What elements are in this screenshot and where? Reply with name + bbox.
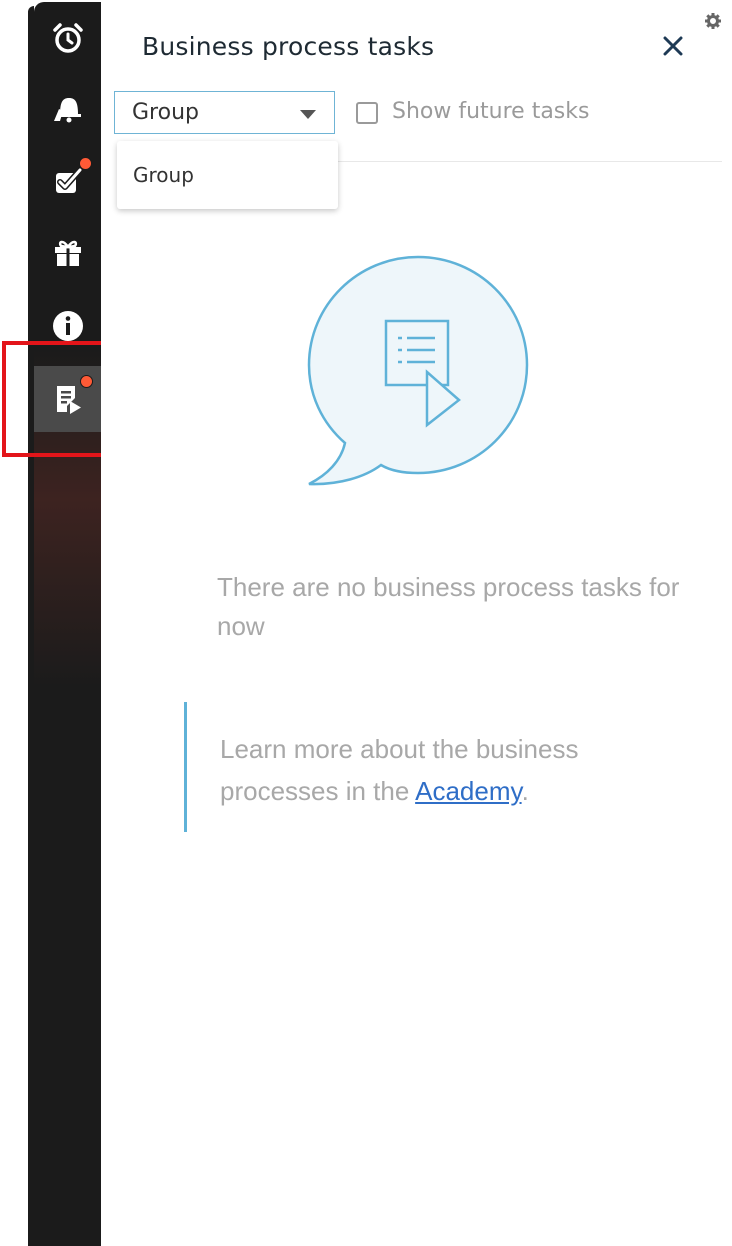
group-select-value: Group (132, 100, 199, 125)
gift-icon (54, 240, 81, 266)
sidebar-item-reminders[interactable] (34, 5, 101, 71)
right-sidebar (34, 2, 101, 1246)
academy-info-period: . (521, 776, 529, 806)
sidebar-item-notifications[interactable] (34, 75, 101, 141)
show-future-checkbox[interactable] (356, 102, 378, 124)
info-accent-bar (184, 702, 187, 832)
dropdown-option-group[interactable]: Group (133, 163, 194, 187)
business-process-panel: Business process tasks Group Show future… (101, 0, 732, 1246)
close-button[interactable] (657, 30, 689, 62)
chevron-down-icon (300, 110, 316, 119)
left-gutter (0, 0, 28, 1246)
empty-state-message: There are no business process tasks for … (217, 572, 680, 641)
alarm-clock-icon (52, 23, 83, 53)
empty-state-illustration (307, 255, 529, 486)
sidebar-item-tasks[interactable] (34, 148, 101, 214)
group-select[interactable]: Group (114, 91, 335, 134)
academy-link[interactable]: Academy (415, 776, 521, 806)
sidebar-item-gifts[interactable] (34, 220, 101, 286)
info-icon (52, 311, 83, 341)
tasks-badge (79, 157, 92, 170)
panel-title: Business process tasks (142, 32, 435, 61)
show-future-label[interactable]: Show future tasks (392, 99, 589, 124)
close-icon (663, 36, 683, 56)
group-dropdown-menu: Group (117, 141, 338, 209)
gear-icon[interactable] (704, 12, 722, 30)
task-check-icon (55, 167, 83, 193)
bell-hand-icon (53, 98, 81, 123)
academy-info: Learn more about the business processes … (220, 728, 660, 812)
